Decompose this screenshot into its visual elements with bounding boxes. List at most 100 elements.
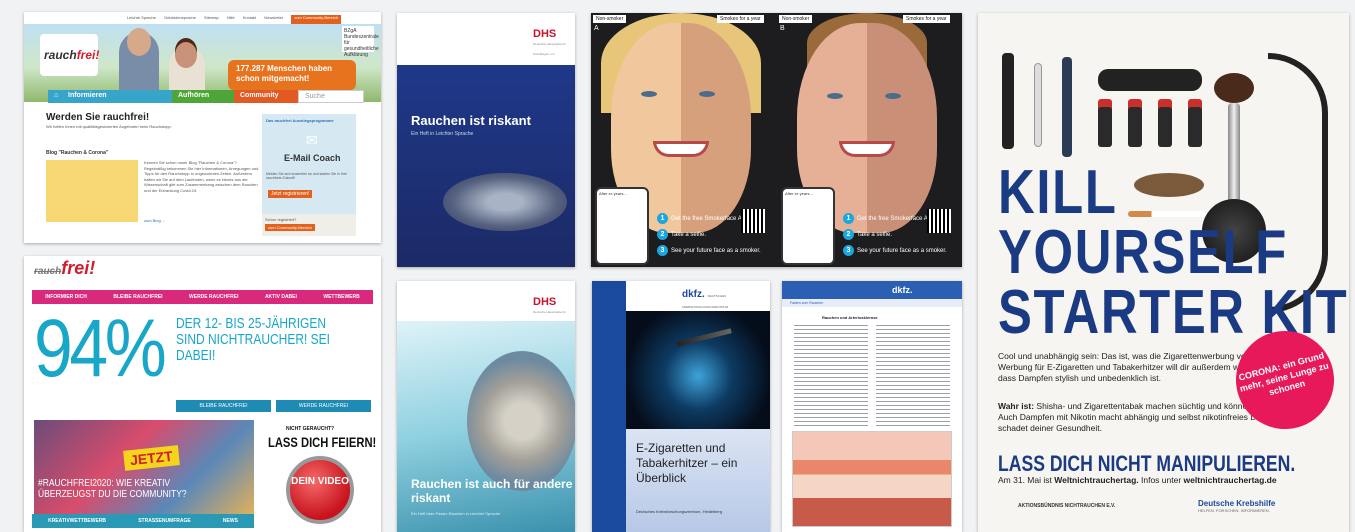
- email-coach-heading: Das rauchfrei Ausstiegsprogramme: [266, 118, 334, 123]
- step-2: 2 Take a selfie.: [657, 229, 706, 240]
- date-text: Am 31. Mai ist: [998, 475, 1052, 485]
- nav-aktiv-dabei[interactable]: AKTIV DABEI: [265, 294, 297, 300]
- label-non-smoker: Non-smoker: [593, 15, 627, 23]
- home-icon[interactable]: ⌂: [48, 90, 62, 103]
- step-text: See your future face as a smoker.: [671, 247, 761, 254]
- brochure-passivrauchen[interactable]: DHSDeutsche Hauptstelle für Suchtfragen …: [397, 281, 575, 532]
- hashtag-headline: #RAUCHFREI2020: WIE KREATIV ÜBERZEUGST D…: [38, 478, 187, 500]
- rauchfrei-youth-logo[interactable]: rauchfrei!: [34, 258, 95, 279]
- nav-werde-rauchfrei[interactable]: WERDE RAUCHFREI: [189, 294, 238, 300]
- envelope-icon: ✉: [306, 132, 318, 148]
- headline-line-1: KILL: [998, 158, 1118, 227]
- poster-slogan: LASS DICH NICHT MANIPULIEREN.: [998, 451, 1296, 476]
- nav-wettbewerb[interactable]: WETTBEWERB: [323, 294, 359, 300]
- nav-aufhoeren[interactable]: Aufhören: [172, 90, 234, 103]
- step-number: 2: [657, 229, 668, 240]
- blog-link[interactable]: zum Blog ...: [144, 218, 165, 223]
- blog-illustration: [46, 160, 138, 222]
- step-number: 1: [657, 213, 668, 224]
- nav-informier-dich[interactable]: INFORMIER DICH: [45, 294, 87, 300]
- main-nav: ⌂ Informieren Aufhören Community Suche: [48, 90, 364, 103]
- smokerface-poster[interactable]: Non-smoker Smokes for a year A After xx …: [591, 13, 962, 267]
- step-text: See your future face as a smoker.: [857, 247, 947, 254]
- tab-kreativwettbewerb[interactable]: KREATIVWETTBEWERB: [48, 518, 106, 524]
- brochure-footer: Deutsches Krebsforschungszentrum, Heidel…: [636, 509, 723, 514]
- page-title: Werden Sie rauchfrei!: [46, 112, 150, 123]
- vape-pen-image: [1062, 57, 1072, 157]
- label-smoker: Smokes for a year: [717, 15, 764, 23]
- pod-image: [1128, 107, 1142, 147]
- nav-community[interactable]: Community: [234, 90, 298, 103]
- deutsche-krebshilfe-logo: Deutsche Krebshilfe HELFEN. FORSCHEN. INF…: [1198, 499, 1275, 513]
- poster-headline: KILL YOURSELF STARTER KIT: [998, 158, 1348, 344]
- factsheet-arteriosklerose[interactable]: dkfz. Fakten zum Rauchen Rauchen und Art…: [782, 281, 962, 532]
- tab-news[interactable]: NEWS: [223, 518, 238, 524]
- link-sitemap[interactable]: Sitemap: [204, 15, 219, 24]
- brochure-subtitle: Ein Heft über Passiv-Rauchen in Leichter…: [411, 511, 501, 516]
- link-gebaerdensprache[interactable]: Gebärdensprache: [164, 15, 196, 24]
- register-button[interactable]: Jetzt registrieren!: [268, 190, 313, 198]
- youth-nav: INFORMIER DICH BLEIBE RAUCHFREI WERDE RA…: [32, 290, 373, 304]
- link-leichte-sprache[interactable]: Leichte Sprache: [127, 15, 156, 24]
- rauchfrei-youth-card[interactable]: rauchfrei! INFORMIER DICH BLEIBE RAUCHFR…: [24, 256, 381, 532]
- blog-title: Blog "Rauchen & Corona": [46, 150, 109, 156]
- link-newsletter[interactable]: Newsletter: [264, 15, 283, 24]
- step-3: 3 See your future face as a smoker.: [657, 245, 761, 256]
- nav-bleibe-rauchfrei[interactable]: BLEIBE RAUCHFREI: [113, 294, 162, 300]
- tab-strassenumfrage[interactable]: STRASSENUMFRAGE: [138, 518, 191, 524]
- date-url[interactable]: weltnichtrauchertag.de: [1184, 475, 1277, 485]
- krebshilfe-name: Deutsche Krebshilfe: [1198, 499, 1276, 508]
- rauchfrei-website-card[interactable]: Leichte Sprache Gebärdensprache Sitemap …: [24, 12, 381, 243]
- search-input[interactable]: Suche: [298, 90, 364, 103]
- qr-code-icon: [741, 209, 765, 233]
- nav-informieren[interactable]: Informieren: [62, 90, 172, 103]
- vape-pen-image: [1002, 53, 1014, 149]
- panel-letter: A: [594, 25, 599, 32]
- link-hilfe[interactable]: Hilfe: [227, 15, 235, 24]
- step-text: Get the free Smokerface App: [857, 215, 935, 222]
- dein-video-button[interactable]: DEIN VIDEO: [286, 456, 354, 524]
- after-years-text: After xx years...: [599, 191, 627, 196]
- date-bold: Weltnichtrauchertag.: [1054, 475, 1139, 485]
- phone-image: After xx years...: [595, 187, 649, 265]
- shisha-bowl-image: [1214, 73, 1254, 103]
- step-1: 1 Get the free Smokerface App: [657, 213, 748, 224]
- step-number: 3: [657, 245, 668, 256]
- bleibe-rauchfrei-button[interactable]: BLEIBE RAUCHFREI: [176, 400, 271, 412]
- side-bar: [592, 281, 626, 532]
- step-number: 1: [843, 213, 854, 224]
- ashtray-image: [443, 173, 567, 231]
- email-coach-box: [262, 114, 356, 224]
- brochure-rauchen-riskant[interactable]: DHS Deutsche Hauptstelle für Suchtfragen …: [397, 13, 575, 267]
- brochure-e-zigaretten[interactable]: dkfz. DEUTSCHES KREBSFORSCHUNGSZENTRUM E…: [592, 281, 770, 532]
- logo-text: frei!: [61, 258, 96, 278]
- community-button-top[interactable]: zum Community-Bereich: [291, 15, 341, 24]
- krebshilfe-tagline: HELFEN. FORSCHEN. INFORMIEREN.: [1198, 508, 1270, 513]
- link-kontakt[interactable]: Kontakt: [243, 15, 257, 24]
- dkfz-logo: dkfz. DEUTSCHES KREBSFORSCHUNGSZENTRUM: [682, 289, 770, 311]
- ashtray-image: [467, 351, 575, 491]
- community-box: Schon registriert? zum Community-Bereich: [262, 214, 356, 236]
- dkfz-logo: dkfz.: [892, 285, 913, 295]
- top-utility-bar: Leichte Sprache Gebärdensprache Sitemap …: [24, 12, 381, 24]
- pod-image: [1158, 107, 1172, 147]
- rauchfrei-logo[interactable]: rauchfrei!: [40, 34, 99, 76]
- eye-right: [699, 91, 715, 97]
- smile: [839, 141, 895, 157]
- label-smoker: Smokes for a year: [903, 15, 950, 23]
- poster-date-line: Am 31. Mai ist Weltnichtrauchertag. Info…: [998, 475, 1277, 485]
- label-non-smoker: Non-smoker: [779, 15, 813, 23]
- hero-person-man-head: [127, 28, 151, 56]
- bzga-logo: BZgA Bundeszentrale für gesundheitliche …: [342, 26, 379, 58]
- kill-yourself-poster[interactable]: KILL YOURSELF STARTER KIT Cool und unabh…: [978, 13, 1349, 532]
- werde-rauchfrei-button[interactable]: WERDE RAUCHFREI: [276, 400, 371, 412]
- dhs-brand-sub: Deutsche Hauptstelle für Suchtfragen e.V…: [533, 42, 566, 56]
- smile: [653, 141, 709, 157]
- vapor-image: [626, 311, 770, 429]
- date-info: Infos unter: [1141, 475, 1182, 485]
- after-years-text: After xx years...: [785, 191, 813, 196]
- community-button[interactable]: zum Community-Bereich: [265, 224, 315, 231]
- content-tabs: KREATIVWETTBEWERB STRASSENUMFRAGE NEWS: [32, 514, 254, 528]
- eye-right: [885, 93, 901, 99]
- brochure-title: Rauchen ist auch für andere riskant: [411, 477, 573, 505]
